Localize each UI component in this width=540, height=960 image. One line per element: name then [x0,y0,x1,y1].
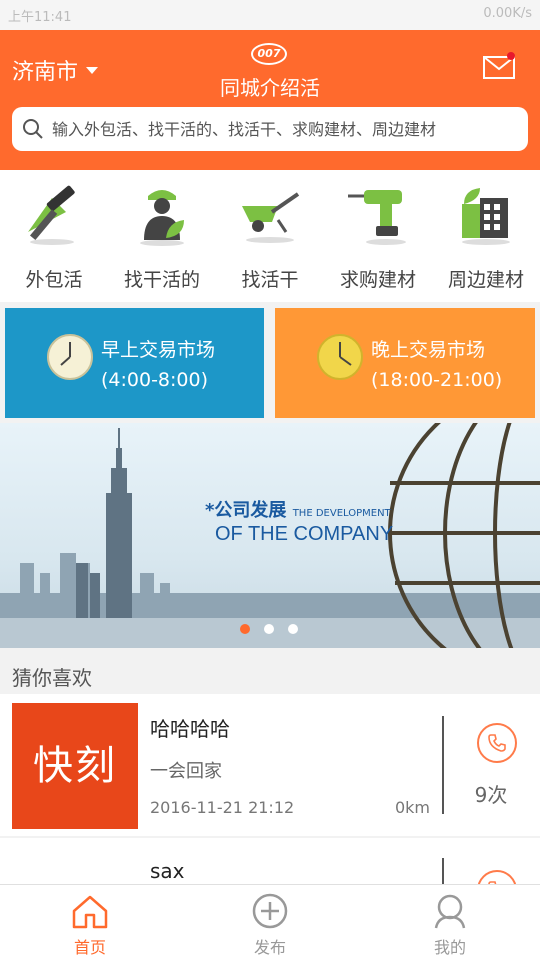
app-logo: 007 [251,43,287,65]
phone-icon [488,734,506,752]
app-title: 同城介绍活 [220,76,320,100]
category-find-work[interactable]: 找活干 [216,170,324,302]
category-find-workers[interactable]: 找干活的 [108,170,216,302]
hammer-icon [28,185,75,245]
search-input[interactable] [52,119,512,139]
banner-headline-en: THE DEVELOPMENT [292,508,391,519]
home-icon [72,895,108,929]
market-title: 晚上交易市场 [371,339,486,361]
clock-icon [47,334,93,380]
call-count: 9次 [474,783,508,807]
evening-market-button[interactable]: 晚上交易市场 (18:00-21:00) [275,308,535,418]
category-nearby-materials[interactable]: 周边建材 [432,170,540,302]
section-title: 猜你喜欢 [12,666,92,690]
category-label: 外包活 [25,269,83,291]
clock-icon [317,334,363,380]
tab-profile[interactable]: 我的 [360,885,540,960]
listing-distance: 0km [394,798,430,817]
search-bar[interactable] [12,107,528,151]
status-bar: 上午11:41 0.00K/s [0,0,540,30]
tab-home[interactable]: 首页 [0,885,180,960]
category-label: 找活干 [241,269,299,291]
category-label: 求购建材 [339,269,416,291]
tab-label: 我的 [433,938,466,957]
wheelbarrow-icon [242,192,300,243]
mail-icon[interactable] [483,52,517,80]
category-buy-materials[interactable]: 求购建材 [324,170,432,302]
market-hours: (4:00-8:00) [101,369,209,391]
banner-headline: *公司发展 THE DEVELOPMENT [205,496,391,522]
bottom-tab-bar: 首页 发布 我的 [0,884,540,960]
listing-date: 2016-11-21 21:12 [150,798,295,817]
call-button[interactable] [477,723,517,763]
status-network-speed: 0.00K/s [483,6,532,21]
tab-label: 发布 [253,938,286,957]
carousel-dot[interactable] [240,624,250,634]
building-icon [462,188,510,245]
market-title: 早上交易市场 [101,339,216,361]
user-icon [434,894,466,929]
list-item[interactable]: 快刻 哈哈哈哈 一会回家 2016-11-21 21:12 0km 9次 [0,694,540,836]
listing-thumbnail: 快刻 [12,703,138,829]
drill-icon [348,190,406,245]
carousel-dot[interactable] [264,624,274,634]
category-label: 周边建材 [447,269,524,291]
category-outsource[interactable]: 外包活 [0,170,108,302]
banner-subheadline: OF THE COMPANY [215,523,394,545]
listing-description: 一会回家 [150,761,222,782]
search-icon [23,119,43,139]
market-hours: (18:00-21:00) [371,369,503,391]
worker-icon [140,190,184,246]
category-label: 找干活的 [123,269,200,291]
listing-name: sax [150,859,185,883]
carousel-indicator [240,624,298,634]
carousel-dot[interactable] [288,624,298,634]
promo-banner[interactable]: *公司发展 THE DEVELOPMENT OF THE COMPANY [0,423,540,648]
listing-name: 哈哈哈哈 [150,717,230,741]
tab-label: 首页 [73,938,106,957]
tab-publish[interactable]: 发布 [180,885,360,960]
banner-headline-cn: *公司发展 [205,500,287,521]
morning-market-button[interactable]: 早上交易市场 (4:00-8:00) [5,308,264,418]
status-time: 上午11:41 [8,10,72,25]
plus-circle-icon [252,893,288,929]
category-grid: 外包活 找干活的 找活干 求购建材 周边建材 [0,170,540,302]
header: 济南市 007 同城介绍活 [0,30,540,170]
